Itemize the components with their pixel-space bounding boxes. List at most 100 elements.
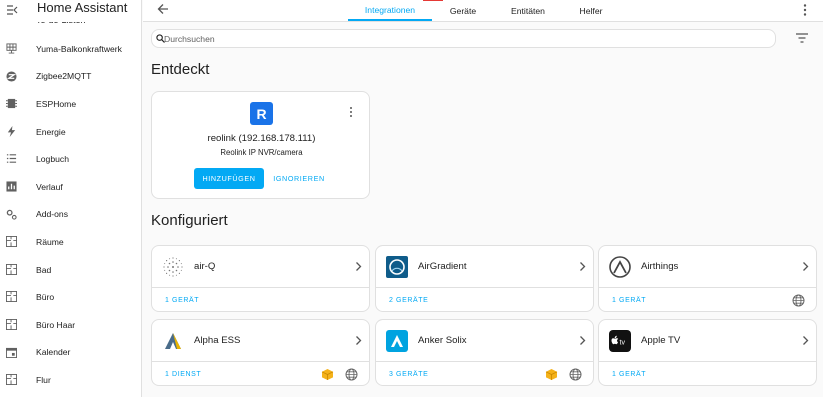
- top-bar: Integrationen Geräte Entitäten Helfer: [143, 0, 823, 22]
- chevron-right-icon: [356, 262, 362, 271]
- floorplan-icon: [6, 291, 17, 303]
- ignore-button[interactable]: IGNORIEREN: [268, 168, 330, 189]
- solar-panel-icon: [6, 43, 17, 54]
- integration-footer-link[interactable]: 1 GERÄT: [612, 297, 646, 304]
- chevron-right-icon: [580, 336, 586, 345]
- floorplan-icon: [6, 263, 17, 275]
- integration-name: air-Q: [194, 261, 216, 272]
- sidebar-item-label: Flur: [36, 374, 51, 385]
- sidebar-item-label: Logbuch: [36, 154, 69, 165]
- airq-logo-icon: [163, 257, 183, 277]
- card-divider: [152, 287, 369, 288]
- airgradient-logo-icon: [386, 256, 408, 278]
- anker-solix-logo-icon: [386, 330, 408, 352]
- custom-package-icon: [321, 369, 334, 380]
- discovered-subtitle: Reolink IP NVR/camera: [220, 148, 303, 157]
- sidebar-header: Home Assistant: [0, 0, 141, 22]
- integration-footer-link[interactable]: 3 GERÄTE: [389, 371, 428, 378]
- sidebar-item-label: Büro Haar: [36, 319, 76, 330]
- tab-geraete[interactable]: Geräte: [443, 0, 483, 21]
- sidebar-item-bad[interactable]: Bad: [0, 256, 141, 284]
- more-vert-icon[interactable]: [800, 3, 810, 17]
- calendar-icon: [6, 347, 17, 358]
- integration-card-anker-solix[interactable]: Anker Solix 3 GERÄTE: [375, 319, 594, 386]
- section-title-configured: Konfiguriert: [151, 212, 228, 229]
- reolink-logo: R: [250, 102, 273, 125]
- floorplan-icon: [6, 236, 17, 248]
- zigbee-icon: [6, 71, 17, 82]
- chevron-right-icon: [356, 336, 362, 345]
- app-title: Home Assistant: [37, 0, 128, 15]
- sidebar-item-raeume[interactable]: Räume: [0, 228, 141, 256]
- menu-collapse-icon[interactable]: [6, 4, 18, 16]
- tab-integrationen[interactable]: Integrationen: [348, 0, 432, 21]
- sidebar-item-label: Add-ons: [36, 209, 69, 220]
- globe-icon: [345, 368, 358, 381]
- sidebar-item-esphome[interactable]: ESPHome: [0, 90, 141, 118]
- tab-helfer[interactable]: Helfer: [573, 0, 609, 21]
- integration-card-airthings[interactable]: Airthings 1 GERÄT: [598, 245, 817, 312]
- sidebar-item-label: Verlauf: [36, 181, 63, 192]
- sidebar-list: Yuma-Balkonkraftwerk Zigbee2MQTT ESPHome…: [0, 35, 141, 394]
- format-list-icon: [6, 154, 17, 164]
- add-button[interactable]: HINZUFÜGEN: [194, 168, 264, 189]
- integration-name: Alpha ESS: [194, 335, 241, 346]
- sidebar-item-buero-haar[interactable]: Büro Haar: [0, 311, 141, 339]
- chevron-right-icon: [803, 262, 809, 271]
- sidebar-item-buero[interactable]: Büro: [0, 283, 141, 311]
- filter-icon[interactable]: [796, 33, 808, 43]
- custom-package-icon: [545, 369, 558, 380]
- lightning-bolt-icon: [7, 125, 16, 137]
- sidebar-item-label: Räume: [36, 236, 64, 247]
- globe-icon: [792, 294, 805, 307]
- card-divider: [599, 287, 816, 288]
- sidebar-item-label: Bad: [36, 264, 52, 275]
- integration-name: AirGradient: [418, 261, 467, 272]
- integration-card-airgradient[interactable]: AirGradient 2 GERÄTE: [375, 245, 594, 312]
- sidebar: To-do-Listen Home Assistant Yuma-Balkonk…: [0, 0, 142, 397]
- sidebar-item-label: Kalender: [36, 347, 71, 358]
- sidebar-item-logbuch[interactable]: Logbuch: [0, 145, 141, 173]
- sidebar-item-label: Energie: [36, 126, 66, 137]
- sidebar-item-kalender[interactable]: Kalender: [0, 339, 141, 367]
- integration-card-apple-tv[interactable]: tv Apple TV 1 GERÄT: [598, 319, 817, 386]
- sidebar-item-addons[interactable]: Add-ons: [0, 201, 141, 229]
- integration-footer-link[interactable]: 1 DIENST: [165, 371, 201, 378]
- discovered-card: R reolink (192.168.178.111) Reolink IP N…: [151, 91, 370, 199]
- sidebar-item-flur[interactable]: Flur: [0, 366, 141, 394]
- sidebar-item-verlauf[interactable]: Verlauf: [0, 173, 141, 201]
- apple-tv-logo-icon: tv: [609, 330, 631, 352]
- tab-entitaeten[interactable]: Entitäten: [503, 0, 553, 21]
- esphome-icon: [6, 99, 17, 109]
- integration-footer-link[interactable]: 2 GERÄTE: [389, 297, 428, 304]
- integration-footer-link[interactable]: 1 GERÄT: [165, 297, 199, 304]
- reolink-logo-letter: R: [256, 105, 267, 122]
- integration-card-airq[interactable]: air-Q 1 GERÄT: [151, 245, 370, 312]
- floorplan-icon: [6, 318, 17, 330]
- card-divider: [599, 361, 816, 362]
- search-input[interactable]: [164, 31, 764, 46]
- integration-name: Anker Solix: [418, 335, 467, 346]
- sidebar-item-zigbee2mqtt[interactable]: Zigbee2MQTT: [0, 63, 141, 91]
- sidebar-item-label: Büro: [36, 292, 55, 303]
- integration-name: Airthings: [641, 261, 679, 272]
- alpha-ess-logo-icon: [165, 333, 181, 349]
- integration-footer-link[interactable]: 1 GERÄT: [612, 371, 646, 378]
- sidebar-item-label: ESPHome: [36, 98, 77, 109]
- sidebar-item-energie[interactable]: Energie: [0, 118, 141, 146]
- sidebar-item-yuma[interactable]: Yuma-Balkonkraftwerk: [0, 35, 141, 63]
- integration-name: Apple TV: [641, 335, 681, 346]
- more-vert-icon[interactable]: [348, 106, 354, 118]
- arrow-left-icon[interactable]: [156, 2, 170, 16]
- search-bar: [151, 29, 776, 48]
- card-divider: [376, 361, 593, 362]
- card-divider: [152, 361, 369, 362]
- chevron-right-icon: [580, 262, 586, 271]
- section-title-discovered: Entdeckt: [151, 61, 210, 78]
- integration-card-alpha-ess[interactable]: Alpha ESS 1 DIENST: [151, 319, 370, 386]
- chevron-right-icon: [803, 336, 809, 345]
- sidebar-item-label: Yuma-Balkonkraftwerk: [36, 43, 122, 54]
- airthings-logo-icon: [609, 256, 631, 278]
- card-divider: [376, 287, 593, 288]
- sidebar-item-label: Zigbee2MQTT: [36, 71, 92, 82]
